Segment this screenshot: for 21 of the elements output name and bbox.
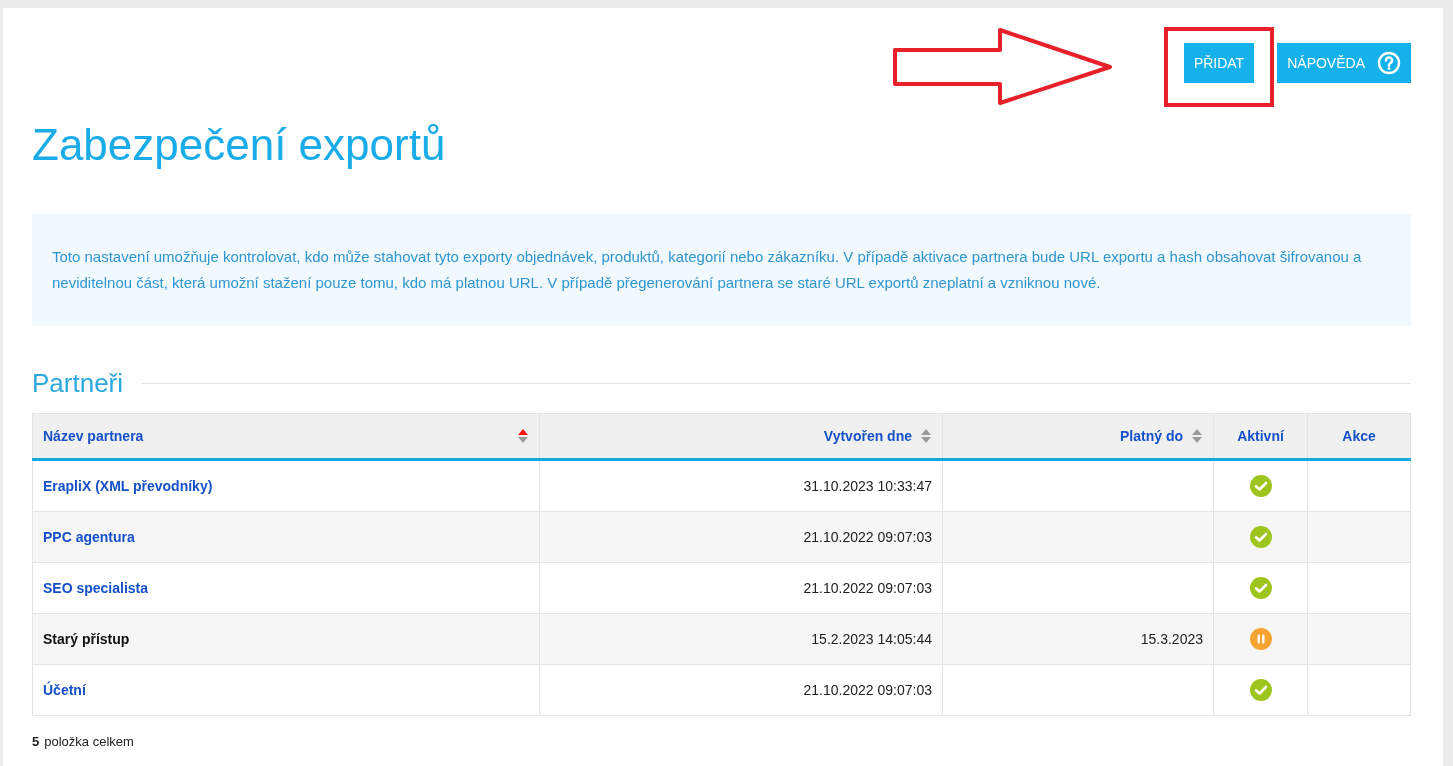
column-header[interactable]: Název partnera [32,413,540,460]
created-date: 15.2.2023 14:05:44 [811,631,932,647]
column-header: Akce [1307,413,1411,460]
valid-until-date: 15.3.2023 [1140,631,1203,647]
column-header: Aktivní [1213,413,1308,460]
partner-link[interactable]: ErapliX (XML převodníky) [43,478,213,494]
partner-link[interactable]: SEO specialista [43,580,149,596]
column-header[interactable]: Platný do [942,413,1214,460]
section-title: Partneři [32,368,124,399]
created-date: 31.10.2023 10:33:47 [803,478,932,494]
page-title: Zabezpečení exportů [32,120,447,170]
created-date: 21.10.2022 09:07:03 [803,682,932,698]
created-date: 21.10.2022 09:07:03 [803,580,932,596]
partner-link[interactable]: PPC agentura [43,529,135,545]
info-text: Toto nastavení umožňuje kontrolovat, kdo může stahovat tyto exporty objednávek, produktů, kategorií nebo zákazníku. V případě aktivace partnera bude URL exportu a hash obsahovat šifrovanou a neviditelnou část, která umožní stažení pouze tomu, kdo má platnou URL. V případě přegenerování partnera se staré URL exportů zneplatní a vzniknou nové. [52,247,1363,293]
partner-link[interactable]: Účetní [43,682,86,698]
column-header[interactable]: Vytvořen dne [539,413,943,460]
item-count-label: položka celkem [44,734,134,749]
partner-name: Starý přístup [43,631,130,647]
item-count: 5 [32,734,40,749]
created-date: 21.10.2022 09:07:03 [803,529,932,545]
